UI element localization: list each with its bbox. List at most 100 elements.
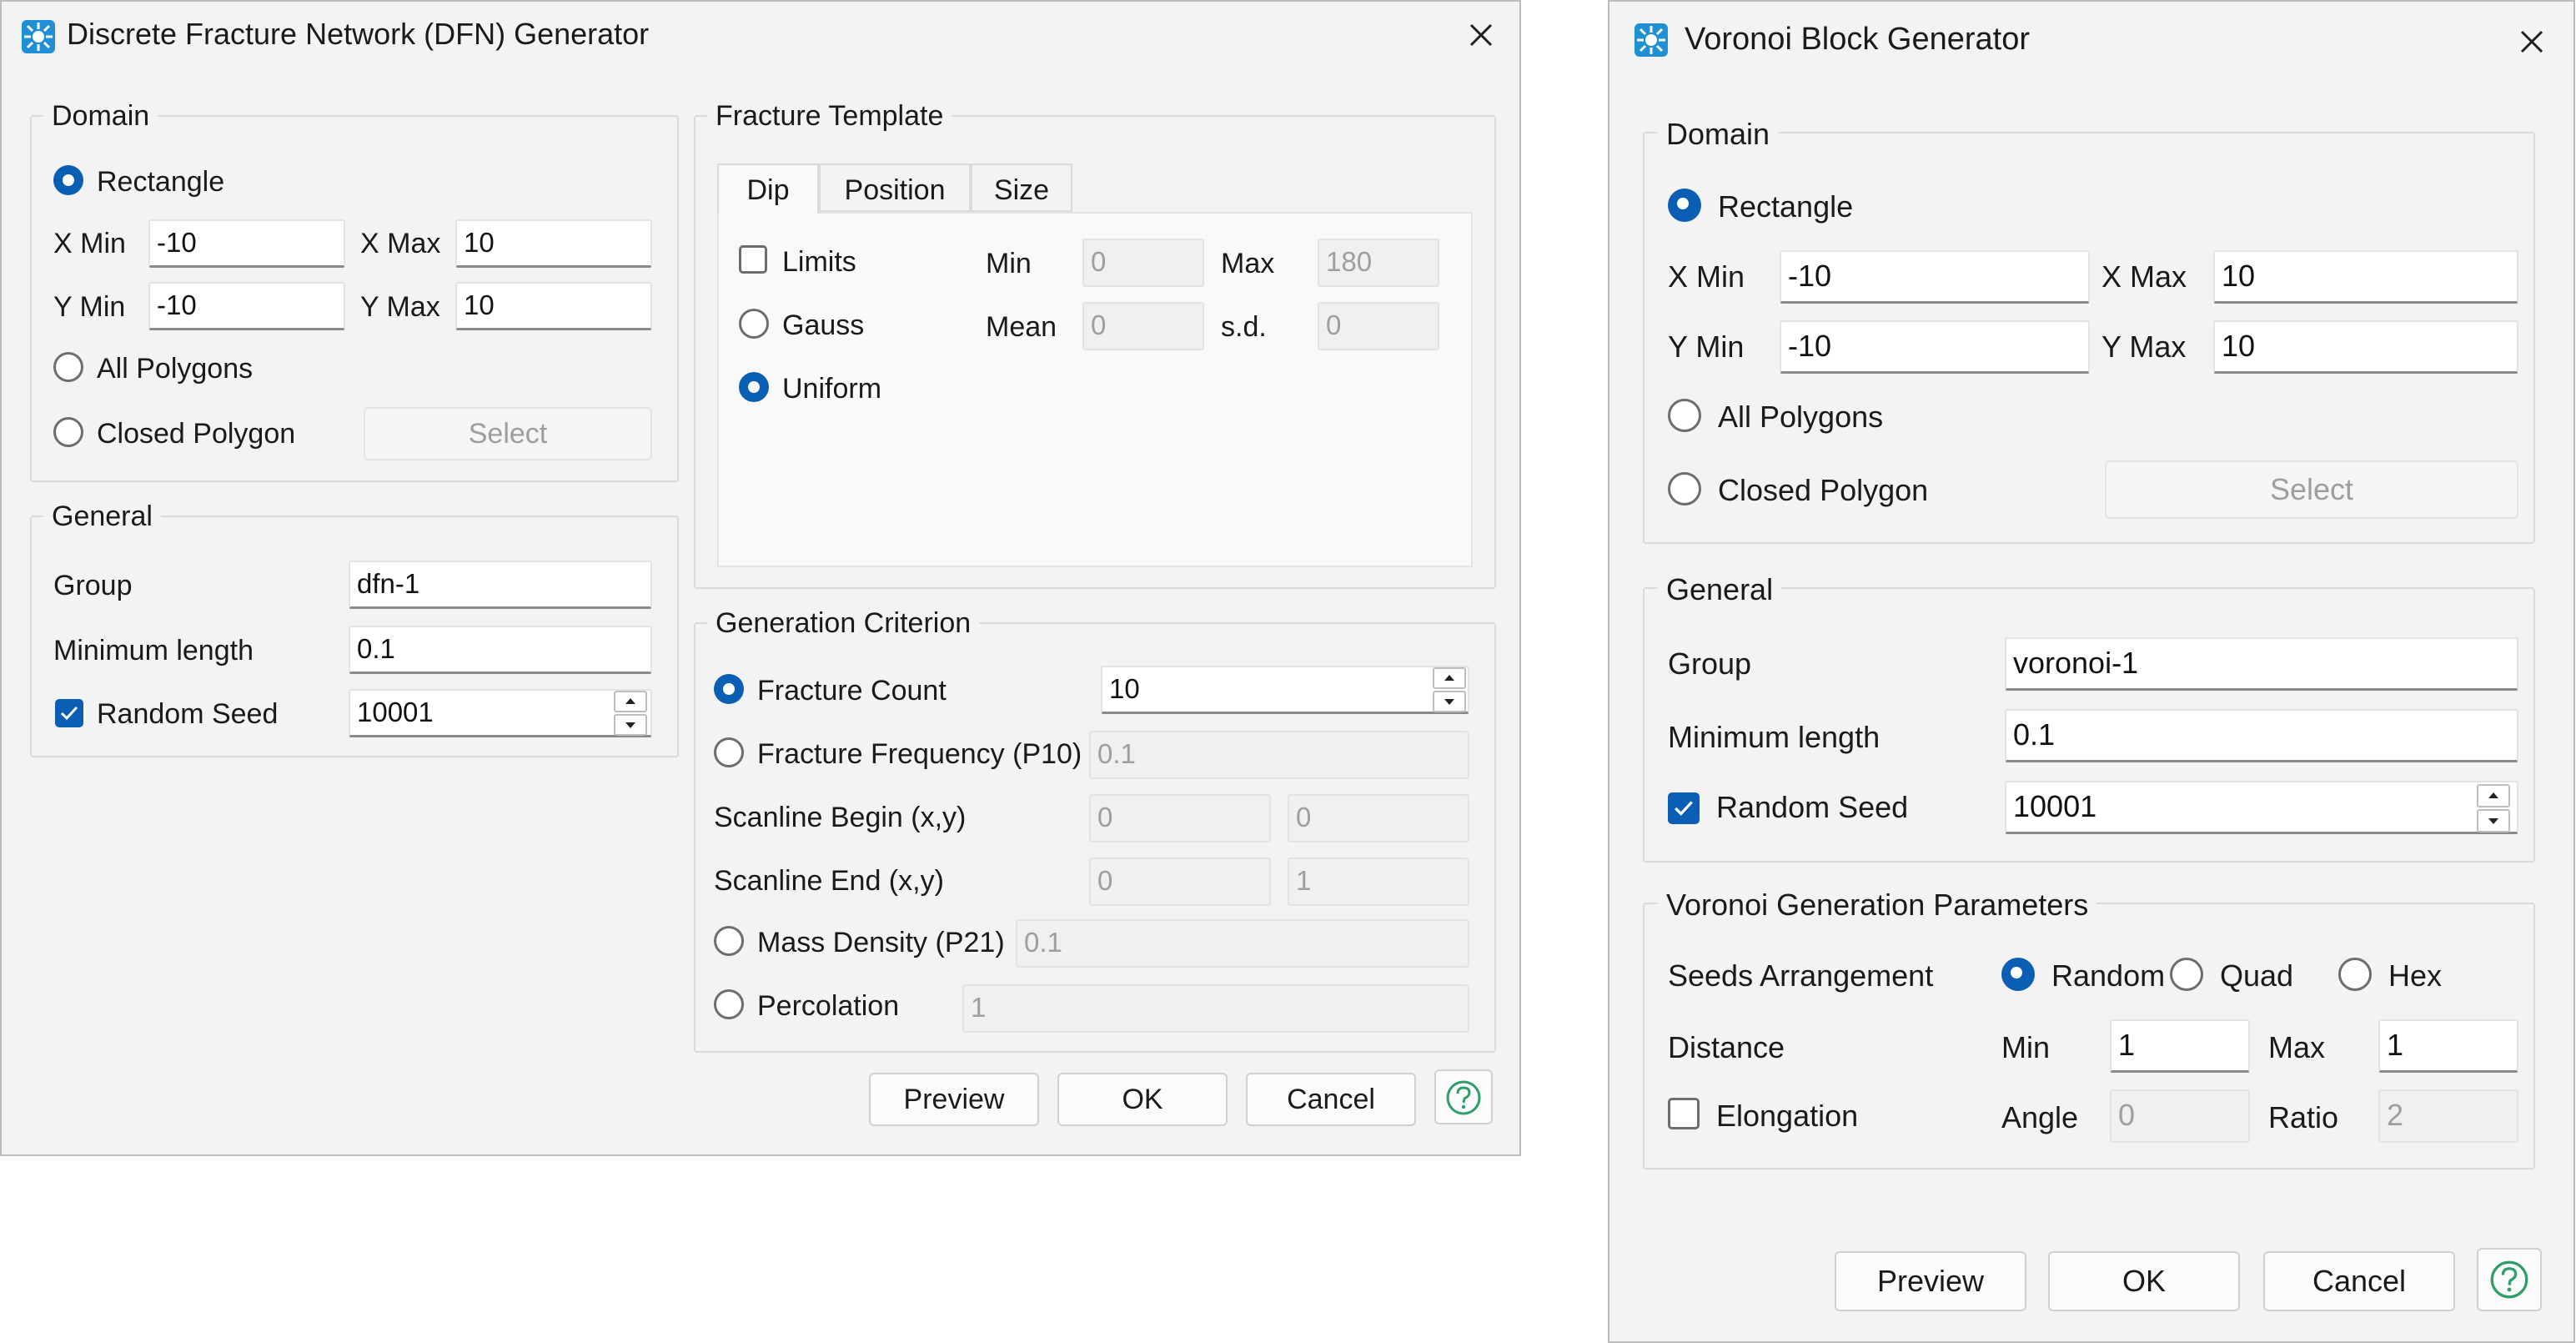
dfn-title: Discrete Fracture Network (DFN) Generato… (67, 17, 650, 51)
close-icon[interactable] (1461, 15, 1501, 55)
angle-label: Angle (2001, 1100, 2079, 1134)
tab-size[interactable]: Size (971, 163, 1072, 212)
fracture-count-input[interactable]: 10 (1101, 666, 1469, 714)
random-seed-checkbox[interactable] (55, 699, 83, 727)
voronoi-titlebar[interactable]: Voronoi Block Generator (1609, 2, 2573, 68)
voronoi-general-title: General (1658, 572, 1782, 607)
sd-input[interactable]: 0 (1318, 302, 1439, 350)
ymin-input[interactable]: -10 (1780, 320, 2090, 374)
scanline-begin-y-input[interactable]: 0 (1288, 794, 1469, 843)
ratio-input[interactable]: 2 (2378, 1089, 2518, 1143)
random-arrangement-radio[interactable] (2001, 958, 2035, 991)
rectangle-radio[interactable] (53, 165, 83, 195)
select-button[interactable]: Select (2105, 460, 2518, 519)
ok-button[interactable]: OK (2048, 1251, 2240, 1311)
minimum-length-input[interactable]: 0.1 (2005, 709, 2518, 762)
generation-criterion-title: Generation Criterion (707, 607, 980, 640)
dip-min-input[interactable]: 0 (1082, 239, 1204, 287)
xmin-label: X Min (1668, 259, 1745, 294)
random-arrangement-label: Random (2051, 958, 2166, 993)
fracture-frequency-radio[interactable] (714, 737, 744, 767)
minimum-length-input[interactable]: 0.1 (349, 626, 652, 674)
group-input[interactable]: dfn-1 (349, 561, 652, 609)
ymin-label: Y Min (1668, 329, 1745, 364)
random-seed-input[interactable]: 10001 (349, 689, 652, 737)
closed-polygon-radio[interactable] (1668, 472, 1701, 506)
dip-max-label: Max (1221, 248, 1275, 279)
xmin-input[interactable]: -10 (1780, 250, 2090, 304)
tab-dip[interactable]: Dip (717, 163, 819, 214)
random-seed-label: Random Seed (97, 698, 279, 730)
rectangle-label: Rectangle (97, 166, 225, 198)
hex-arrangement-radio[interactable] (2338, 958, 2372, 991)
distance-max-input[interactable]: 1 (2378, 1019, 2518, 1073)
preview-button[interactable]: Preview (869, 1073, 1039, 1126)
all-polygons-radio[interactable] (1668, 399, 1701, 432)
rectangle-radio[interactable] (1668, 189, 1701, 222)
random-seed-label: Random Seed (1716, 790, 1909, 824)
ymax-input[interactable]: 10 (2213, 320, 2518, 374)
closed-polygon-label: Closed Polygon (97, 418, 296, 450)
scanline-begin-x-input[interactable]: 0 (1089, 794, 1271, 843)
help-button[interactable] (2477, 1248, 2542, 1311)
fracture-frequency-input[interactable]: 0.1 (1089, 731, 1469, 779)
random-seed-spinner[interactable] (614, 691, 647, 736)
gauss-radio[interactable] (739, 309, 769, 339)
uniform-label: Uniform (782, 373, 882, 405)
quad-arrangement-radio[interactable] (2170, 958, 2203, 991)
mean-input[interactable]: 0 (1082, 302, 1204, 350)
all-polygons-label: All Polygons (97, 353, 254, 385)
voronoi-title: Voronoi Block Generator (1685, 22, 2031, 57)
dip-max-input[interactable]: 180 (1318, 239, 1439, 287)
select-button[interactable]: Select (364, 407, 652, 460)
angle-input[interactable]: 0 (2110, 1089, 2250, 1143)
percolation-input[interactable]: 1 (962, 984, 1469, 1033)
quad-arrangement-label: Quad (2220, 958, 2294, 993)
xmax-input[interactable]: 10 (455, 219, 652, 268)
distance-label: Distance (1668, 1030, 1785, 1064)
percolation-radio[interactable] (714, 989, 744, 1019)
ymax-label: Y Max (360, 291, 440, 323)
mass-density-radio[interactable] (714, 926, 744, 956)
fracture-count-radio[interactable] (714, 674, 744, 704)
all-polygons-radio[interactable] (53, 352, 83, 382)
fracture-count-spinner[interactable] (1433, 667, 1466, 712)
voronoi-domain-title: Domain (1658, 117, 1779, 152)
help-button[interactable] (1434, 1069, 1493, 1124)
scanline-end-x-input[interactable]: 0 (1089, 858, 1271, 906)
xmin-input[interactable]: -10 (148, 219, 345, 268)
group-input[interactable]: voronoi-1 (2005, 637, 2518, 691)
fracture-count-label: Fracture Count (757, 675, 947, 707)
tab-position[interactable]: Position (819, 163, 971, 212)
dfn-titlebar[interactable]: Discrete Fracture Network (DFN) Generato… (2, 2, 1519, 68)
dfn-general-title: General (43, 500, 161, 533)
uniform-radio[interactable] (739, 372, 769, 402)
scanline-end-y-input[interactable]: 1 (1288, 858, 1469, 906)
sd-label: s.d. (1221, 311, 1267, 343)
ymin-input[interactable]: -10 (148, 282, 345, 330)
random-seed-checkbox[interactable] (1668, 792, 1700, 824)
app-logo-icon (1634, 23, 1668, 57)
distance-min-input[interactable]: 1 (2110, 1019, 2250, 1073)
cancel-button[interactable]: Cancel (2263, 1251, 2455, 1311)
minimum-length-label: Minimum length (1668, 720, 1881, 754)
random-seed-input[interactable]: 10001 (2005, 781, 2518, 834)
cancel-button[interactable]: Cancel (1246, 1073, 1416, 1126)
help-icon (1446, 1080, 1481, 1115)
mass-density-input[interactable]: 0.1 (1016, 919, 1469, 968)
ok-button[interactable]: OK (1057, 1073, 1228, 1126)
dfn-dialog: Discrete Fracture Network (DFN) Generato… (0, 0, 1521, 1156)
random-seed-spinner[interactable] (2477, 784, 2510, 832)
preview-button[interactable]: Preview (1835, 1251, 2026, 1311)
app-logo-icon (22, 20, 55, 53)
rectangle-label: Rectangle (1718, 189, 1854, 224)
elongation-label: Elongation (1716, 1099, 1859, 1133)
dfn-domain-title: Domain (43, 100, 158, 133)
close-icon[interactable] (2512, 22, 2552, 62)
xmax-input[interactable]: 10 (2213, 250, 2518, 304)
closed-polygon-radio[interactable] (53, 417, 83, 447)
percolation-label: Percolation (757, 990, 900, 1022)
limits-checkbox[interactable] (739, 245, 767, 274)
elongation-checkbox[interactable] (1668, 1098, 1700, 1129)
ymax-input[interactable]: 10 (455, 282, 652, 330)
